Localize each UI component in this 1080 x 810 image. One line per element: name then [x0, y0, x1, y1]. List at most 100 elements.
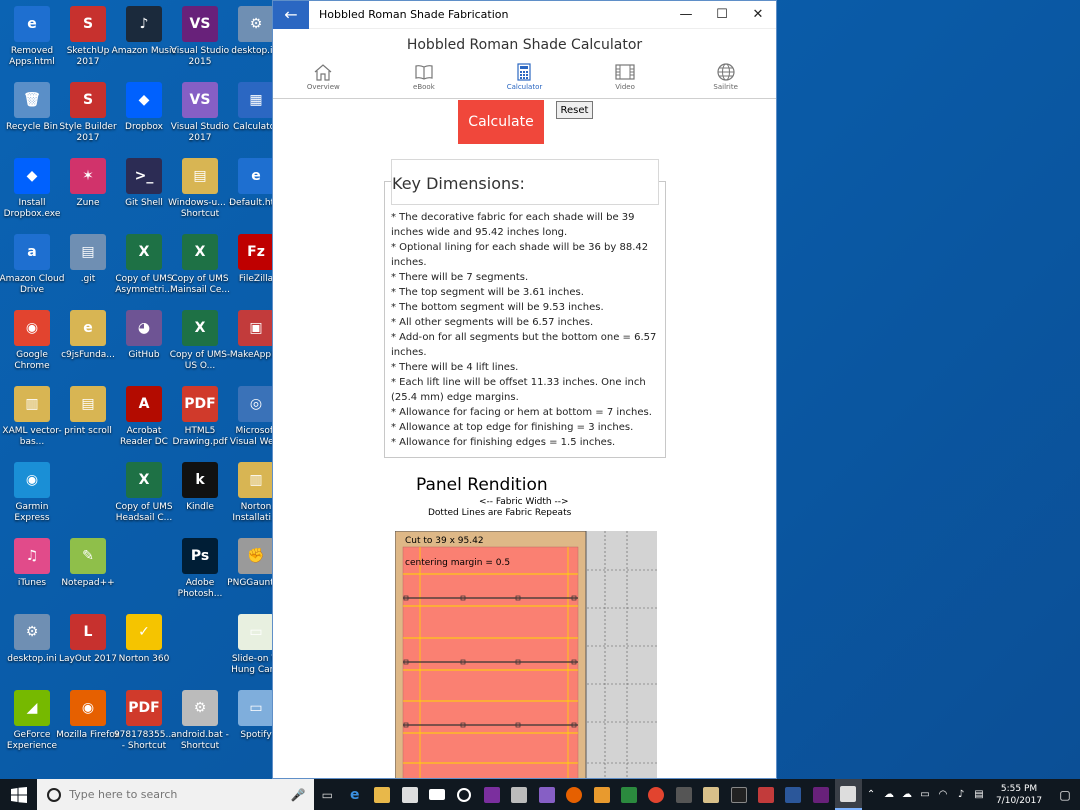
maximize-button[interactable]: ☐ [704, 1, 740, 29]
volume-icon[interactable]: ♪ [952, 789, 970, 800]
sketchup-icon[interactable] [506, 779, 533, 810]
app-taskbar-icon-1[interactable] [698, 779, 725, 810]
desktop-icon[interactable]: 🗑 Recycle Bin [4, 82, 60, 158]
mail-icon[interactable] [423, 779, 450, 810]
calculator-taskbar-icon[interactable] [670, 779, 697, 810]
back-button[interactable]: ← [273, 1, 309, 29]
desktop-icon[interactable]: X Copy of UMS-US O... [170, 310, 230, 386]
clock[interactable]: 5:55 PM 7/10/2017 [988, 783, 1050, 807]
firefox-icon[interactable] [560, 779, 587, 810]
tab-ebook[interactable]: eBook [384, 61, 464, 98]
desktop-icon[interactable]: ◉ Mozilla Firefox [56, 690, 120, 766]
desktop-icon[interactable]: ✓ Norton 360 [116, 614, 172, 690]
desktop-icon[interactable]: ◆ Install Dropbox.exe [4, 158, 60, 234]
dimensions-title: Key Dimensions: [392, 174, 525, 193]
desktop-icon[interactable]: X Copy of UMS Mainsail Ce... [170, 234, 230, 310]
tab-video[interactable]: Video [585, 61, 665, 98]
kindle-taskbar-icon[interactable] [725, 779, 752, 810]
search-icon [47, 787, 62, 802]
desktop-icon[interactable]: ▭ Slide-on W Hung Cano [228, 614, 272, 690]
desktop-icon[interactable]: ◎ Microsoft Visual We... [228, 386, 272, 462]
desktop-icon[interactable]: >_ Git Shell [116, 158, 172, 234]
desktop-icon[interactable]: X Copy of UMS Asymmetri... [115, 234, 173, 310]
search-input[interactable] [69, 788, 270, 801]
desktop-icon[interactable]: ▤ print scroll [60, 386, 116, 462]
desktop-icon[interactable]: ✶ Zune [60, 158, 116, 234]
desktop-icon[interactable]: PDF HTML5 Drawing.pdf [172, 386, 228, 462]
active-app-icon[interactable] [834, 779, 863, 810]
calculate-button[interactable]: Calculate [458, 100, 544, 144]
desktop-icon[interactable]: S SketchUp 2017 [60, 6, 116, 82]
desktop-icon[interactable]: ♫ iTunes [4, 538, 60, 614]
desktop-icon[interactable]: ▤ .git [60, 234, 116, 310]
desktop-icon[interactable]: ⚙desktop.ini [228, 6, 272, 82]
desktop-icon[interactable]: X Copy of UMS Headsail C... [115, 462, 173, 538]
visual-studio-icon[interactable] [533, 779, 560, 810]
reset-button[interactable]: Reset [556, 101, 593, 119]
close-button[interactable]: ✕ [740, 1, 776, 29]
function-icon[interactable] [615, 779, 642, 810]
desktop-icon[interactable]: a Amazon Cloud Drive [0, 234, 64, 310]
desktop-icon[interactable]: ⚙desktop.ini [4, 614, 60, 690]
app-icon: X [126, 462, 162, 498]
edge-icon[interactable]: e [341, 779, 368, 810]
desktop-icon[interactable]: ⚙ android.bat - Shortcut [171, 690, 229, 766]
desktop-icon[interactable]: e Removed Apps.html [4, 6, 60, 82]
task-view-icon[interactable]: ▭ [314, 779, 341, 810]
desktop-icon[interactable]: ✎ Notepad++ [60, 538, 116, 614]
wifi-icon[interactable]: ◠ [934, 789, 952, 800]
desktop-icon[interactable]: ◉ Google Chrome [4, 310, 60, 386]
desktop-icon[interactable]: ◉ Garmin Express [4, 462, 60, 538]
desktop-icon[interactable]: ♪ Amazon Music [112, 6, 176, 82]
desktop-icon[interactable]: VS Visual Studio 2015 [171, 6, 229, 82]
desktop-icon[interactable]: S Style Builder 2017 [59, 82, 117, 158]
tab-sailrite[interactable]: Sailrite [686, 61, 766, 98]
desktop-icon[interactable]: ▣ MakeAppl... [228, 310, 272, 386]
paint-icon[interactable] [752, 779, 779, 810]
desktop-icon[interactable]: L LayOut 2017 [59, 614, 117, 690]
visual-studio-2-icon[interactable] [807, 779, 834, 810]
desktop-icon-label: MakeAppl... [229, 350, 272, 360]
desktop-icon-label: Microsoft Visual We... [229, 426, 272, 447]
notification-icon[interactable]: ▢ [1050, 788, 1080, 802]
screen-icon[interactable]: ▭ [916, 789, 934, 800]
chevron-up-icon[interactable]: ⌃ [862, 789, 880, 800]
cloud-icon[interactable]: ☁ [898, 789, 916, 800]
desktop-icon[interactable]: e Default.htm [228, 158, 272, 234]
desktop-icon[interactable]: ▭ Spotify [228, 690, 272, 766]
desktop-icon[interactable]: Fz FileZilla [228, 234, 272, 310]
microphone-icon[interactable]: 🎤 [291, 788, 306, 802]
word-icon[interactable] [780, 779, 807, 810]
onedrive-icon[interactable]: ☁ [880, 789, 898, 800]
chrome-icon[interactable] [643, 779, 670, 810]
app-icon: Fz [238, 234, 272, 270]
desktop-icon[interactable]: e c9jsFunda... [60, 310, 116, 386]
file-explorer-icon[interactable] [368, 779, 395, 810]
dimension-line: * The bottom segment will be 9.53 inches… [391, 302, 604, 313]
keyboard-icon[interactable]: ▤ [970, 789, 988, 800]
desktop-icon[interactable]: ▤ Windows-u... - Shortcut [168, 158, 232, 234]
desktop-icon[interactable]: k Kindle [172, 462, 228, 538]
taskbar-search[interactable]: 🎤 [37, 779, 314, 810]
groove-icon[interactable] [451, 779, 478, 810]
tab-calculator[interactable]: Calculator [484, 61, 564, 98]
store-icon[interactable] [396, 779, 423, 810]
desktop-icon-label: FileZilla [238, 274, 272, 284]
desktop-icon[interactable]: ◕ GitHub [116, 310, 172, 386]
desktop-icon[interactable]: ✊ PNGGauntl... [227, 538, 272, 614]
desktop-icon[interactable]: Ps Adobe Photosh... [172, 538, 228, 614]
app-icon: ⚙ [182, 690, 218, 726]
media-player-icon[interactable] [588, 779, 615, 810]
desktop-icon[interactable]: ▦ Calculator [228, 82, 272, 158]
desktop-icon[interactable]: A Acrobat Reader DC [116, 386, 172, 462]
onenote-icon[interactable] [478, 779, 505, 810]
desktop-icon[interactable]: ▥ Norton Installati... [228, 462, 272, 538]
minimize-button[interactable]: — [668, 1, 704, 29]
desktop-icon[interactable]: ▥ XAML vector-bas... [2, 386, 62, 462]
desktop-icon[interactable]: VS Visual Studio 2017 [171, 82, 229, 158]
desktop-icon[interactable]: ◆ Dropbox [116, 82, 172, 158]
tab-overview[interactable]: Overview [283, 61, 363, 98]
desktop-icon[interactable]: ◢ GeForce Experience [4, 690, 60, 766]
desktop-icon[interactable]: PDF 978178355... - Shortcut [114, 690, 174, 766]
start-button[interactable] [0, 779, 37, 810]
